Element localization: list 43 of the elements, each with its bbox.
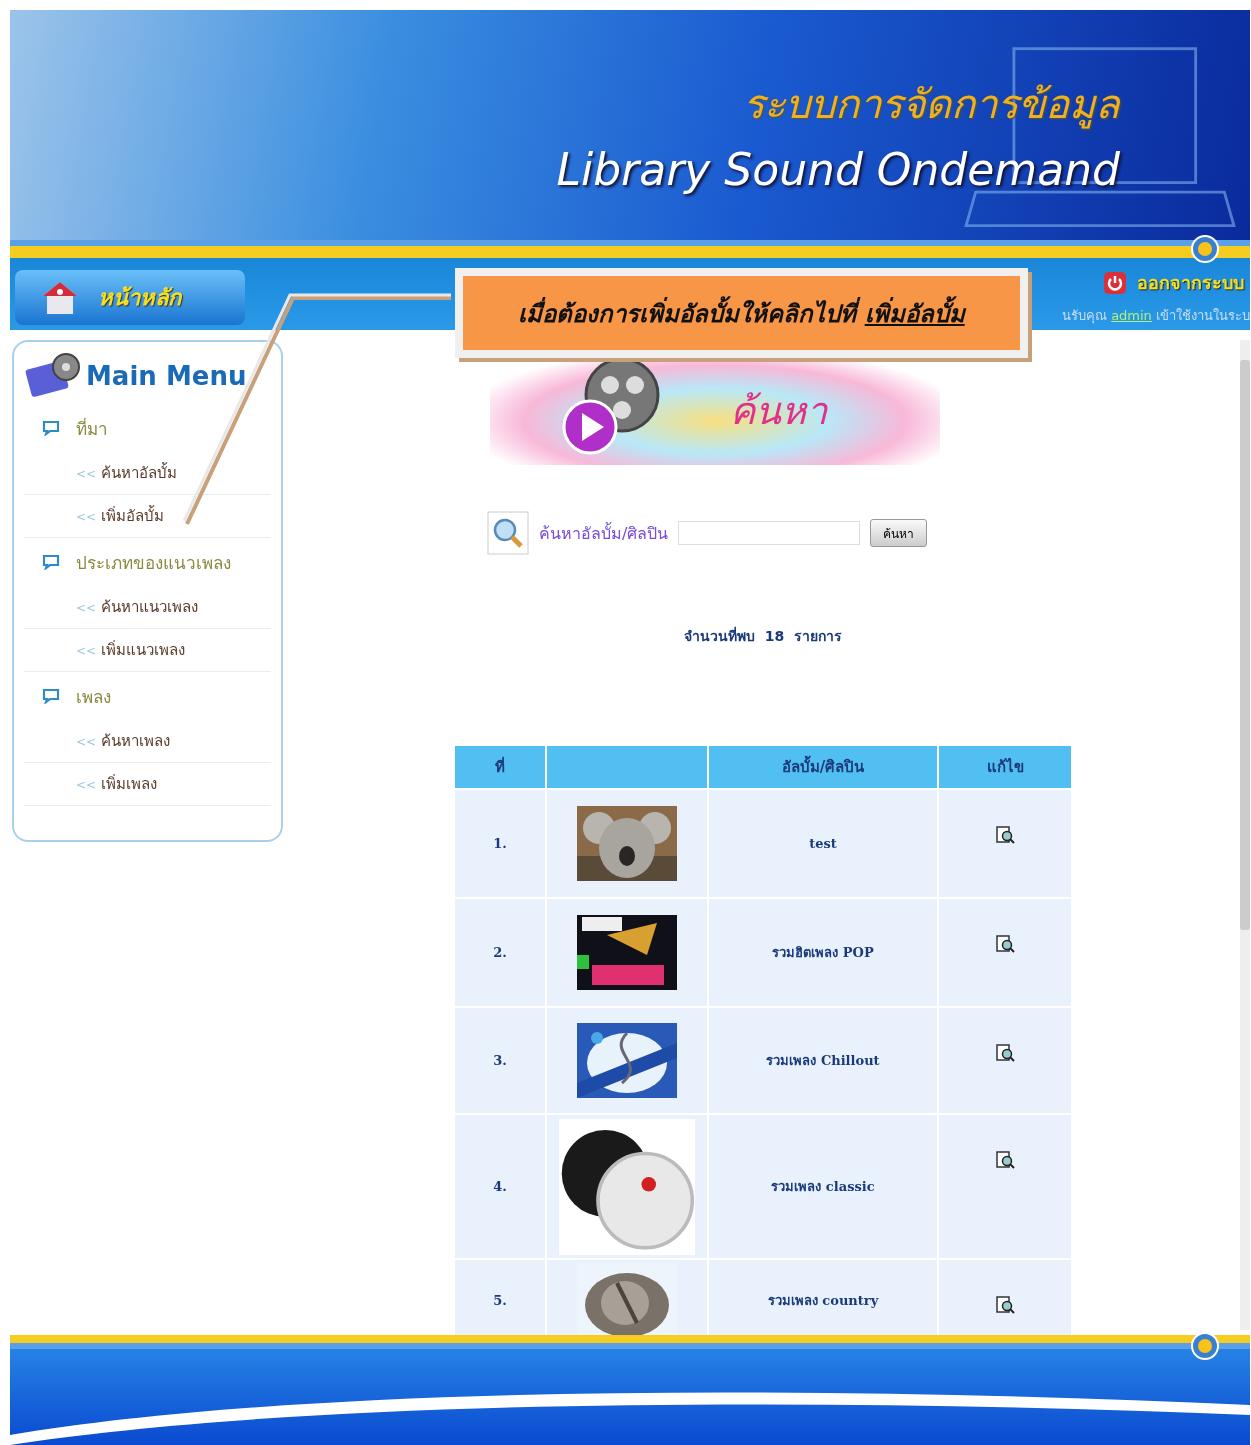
edit-icon[interactable] <box>995 826 1015 844</box>
table-cell: รวมฮิตเพลง POP <box>709 899 937 1006</box>
menu-item[interactable]: << เพิ่มแนวเพลง <box>24 629 271 672</box>
menu-section-label: เพลง <box>76 685 111 709</box>
edit-icon[interactable] <box>995 935 1015 953</box>
site-title: ระบบการจัดการข้อมูล <box>743 80 1120 131</box>
menu-title: Main Menu <box>86 361 247 391</box>
table-cell: รวมเพลง country <box>709 1260 937 1335</box>
table-cell: test <box>709 790 937 897</box>
search-field[interactable] <box>678 521 861 545</box>
table-cell: 3. <box>455 1008 545 1113</box>
search-label: ค้นหาอัลบั้ม/ศิลปิน <box>539 521 669 545</box>
edit-icon[interactable] <box>995 1044 1015 1062</box>
table-cell: รวมเพลง Chillout <box>709 1008 937 1113</box>
banner-title: ค้นหา <box>730 387 827 435</box>
menu-section-label: ประเภทของแนวเพลง <box>76 551 231 575</box>
menu-item[interactable]: << ค้นหาอัลบั้ม <box>24 452 271 495</box>
edit-icon[interactable] <box>995 1296 1015 1314</box>
menu-item[interactable]: << เพิ่มอัลบั้ม <box>24 495 271 538</box>
circle-ornament-icon <box>1190 1331 1220 1361</box>
table-cell: 5. <box>455 1260 545 1335</box>
column-header: ที่ <box>455 746 545 788</box>
welcome-text: นรับคุณ admin เข้าใช้งานในระบ <box>1062 307 1250 326</box>
table-cell: 1. <box>455 790 545 897</box>
table-cell: รวมเพลง classic <box>709 1115 937 1258</box>
speech-bubble-icon <box>42 420 60 436</box>
site-subtitle: Library Sound Ondemand <box>556 144 1120 195</box>
menu-item[interactable]: << ค้นหาแนวเพลง <box>24 586 271 629</box>
callout-text: เมื่อต้องการเพิ่มอัลบั้มให้คลิกไปที่ เพิ่มอัลบั้ม <box>518 295 965 330</box>
speech-bubble-icon <box>42 688 60 704</box>
menu-item[interactable]: << เพิ่มเพลง <box>24 763 271 806</box>
menu-section-label: ที่มา <box>76 416 108 441</box>
column-header: แก้ไข <box>939 746 1071 788</box>
table-cell: 2. <box>455 899 545 1006</box>
speech-bubble-icon <box>42 554 60 570</box>
power-icon <box>1103 270 1127 295</box>
result-count: จำนวนที่พบ 18 รายการ <box>683 625 843 646</box>
table-cell: 4. <box>455 1115 545 1258</box>
search-icon <box>487 511 529 555</box>
menu-item[interactable]: << ค้นหาเพลง <box>24 720 271 763</box>
edit-icon[interactable] <box>995 1151 1015 1169</box>
column-header: อัลบั้ม/ศิลปิน <box>709 746 937 788</box>
search-button[interactable]: ค้นหา <box>870 519 928 547</box>
